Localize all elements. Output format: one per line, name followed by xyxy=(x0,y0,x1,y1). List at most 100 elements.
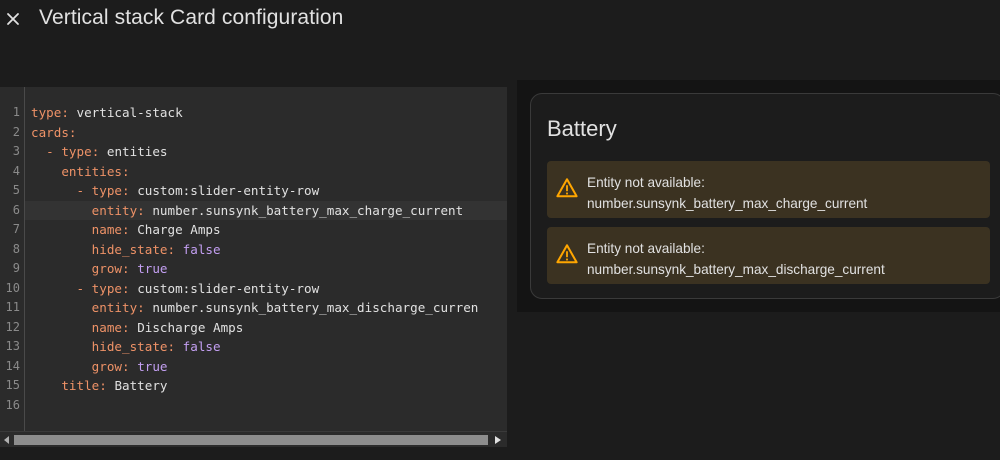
line-number: 15 xyxy=(5,378,20,392)
yaml-value: true xyxy=(137,261,168,276)
horizontal-scrollbar[interactable] xyxy=(0,431,507,447)
yaml-value: number.sunsynk_battery_max_charge_curren… xyxy=(152,202,464,218)
yaml-value: vertical-stack xyxy=(76,105,183,120)
yaml-key: name xyxy=(91,222,123,237)
yaml-key: cards xyxy=(31,124,69,140)
warning-icon xyxy=(556,178,578,198)
yaml-key: hide_state xyxy=(91,339,168,354)
code-line[interactable]: hide_state: false xyxy=(31,240,507,260)
yaml-value: false xyxy=(182,339,221,354)
yaml-key: name xyxy=(91,319,123,335)
yaml-key: entities xyxy=(61,163,123,179)
yaml-key: type xyxy=(91,280,123,296)
entities-card: Battery Entity not available: number.sun… xyxy=(530,93,1000,299)
yaml-key: entity xyxy=(91,300,138,315)
yaml-colon: : xyxy=(91,144,107,159)
list-dash: - xyxy=(46,144,62,159)
yaml-colon: : xyxy=(122,163,130,179)
code-line[interactable]: entity: number.sunsynk_battery_max_disch… xyxy=(31,298,507,318)
line-number: 10 xyxy=(5,280,20,295)
line-number: 16 xyxy=(5,397,20,412)
yaml-key: type xyxy=(91,183,123,198)
yaml-key: type xyxy=(61,144,92,159)
code-line[interactable]: grow: true xyxy=(31,259,507,279)
line-number: 12 xyxy=(5,319,20,334)
yaml-value: entities xyxy=(106,144,168,159)
code-line[interactable]: hide_state: false xyxy=(31,337,507,357)
line-number: 11 xyxy=(5,300,20,314)
code-line[interactable]: name: Discharge Amps xyxy=(31,318,507,338)
yaml-colon: : xyxy=(122,183,138,198)
yaml-colon: : xyxy=(137,202,153,218)
yaml-colon: : xyxy=(122,222,138,237)
entity-warning: Entity not available: number.sunsynk_bat… xyxy=(547,227,990,284)
code-line[interactable]: cards: xyxy=(31,123,507,143)
yaml-value: Discharge Amps xyxy=(137,319,244,335)
entity-warning: Entity not available: number.sunsynk_bat… xyxy=(547,161,990,218)
yaml-value: true xyxy=(137,358,168,374)
list-dash: - xyxy=(76,280,92,296)
code-line[interactable]: - type: custom:slider-entity-row xyxy=(31,181,507,201)
yaml-key: type xyxy=(31,105,62,120)
yaml-colon: : xyxy=(167,339,183,354)
yaml-colon: : xyxy=(122,280,138,296)
warning-text: Entity not available: number.sunsynk_bat… xyxy=(587,238,885,280)
yaml-value: false xyxy=(182,241,221,257)
yaml-value: Battery xyxy=(114,378,168,393)
yaml-colon: : xyxy=(167,241,183,257)
yaml-key: grow xyxy=(91,261,123,276)
yaml-colon: : xyxy=(122,319,138,335)
code-line[interactable]: - type: custom:slider-entity-row xyxy=(31,279,507,299)
line-number: 3 xyxy=(12,144,20,158)
code-line[interactable]: title: Battery xyxy=(31,376,507,396)
dialog-header: Vertical stack Card configuration xyxy=(0,0,1000,44)
code-line[interactable]: type: vertical-stack xyxy=(31,103,507,123)
line-number: 4 xyxy=(12,163,20,178)
yaml-value: number.sunsynk_battery_max_discharge_cur… xyxy=(152,300,479,315)
code-line[interactable]: name: Charge Amps xyxy=(31,220,507,240)
card-title: Battery xyxy=(547,116,617,141)
line-number: 14 xyxy=(5,358,20,373)
yaml-key: entity xyxy=(91,202,138,218)
line-number: 8 xyxy=(12,241,20,256)
warning-heading: Entity not available: xyxy=(587,241,705,256)
code-area[interactable]: type: vertical-stack cards: - type: entit… xyxy=(25,87,507,431)
yaml-colon: : xyxy=(68,124,77,140)
dialog-title: Vertical stack Card configuration xyxy=(39,6,344,29)
code-line[interactable]: grow: true xyxy=(31,357,507,377)
warning-text: Entity not available: number.sunsynk_bat… xyxy=(587,172,867,214)
code-line[interactable]: entities: xyxy=(31,162,507,182)
scroll-left-icon[interactable] xyxy=(0,432,14,447)
yaml-code-editor[interactable]: 1 2 3 4 5 6 7 8 9 10 11 12 13 14 15 16 type: vertical-s… xyxy=(0,87,507,447)
line-number: 2 xyxy=(12,124,20,139)
yaml-key: hide_state xyxy=(91,241,168,257)
code-line[interactable]: entity: number.sunsynk_battery_max_charg… xyxy=(25,200,507,220)
line-number: 6 xyxy=(12,202,20,217)
close-icon[interactable] xyxy=(2,8,24,30)
scrollbar-thumb[interactable] xyxy=(14,435,488,445)
code-line[interactable] xyxy=(31,396,507,416)
line-number: 9 xyxy=(12,261,20,275)
warning-entity: number.sunsynk_battery_max_discharge_cur… xyxy=(587,262,885,277)
yaml-key: grow xyxy=(91,358,123,374)
list-dash: - xyxy=(76,183,92,198)
code-line[interactable]: - type: entities xyxy=(31,142,507,162)
yaml-value: custom:slider-entity-row xyxy=(137,280,320,296)
yaml-key: title xyxy=(61,378,100,393)
warning-entity: number.sunsynk_battery_max_charge_curren… xyxy=(587,196,868,211)
yaml-colon: : xyxy=(99,378,115,393)
yaml-colon: : xyxy=(61,105,77,120)
scroll-right-icon[interactable] xyxy=(491,432,505,447)
yaml-colon: : xyxy=(122,261,138,276)
line-number-gutter: 1 2 3 4 5 6 7 8 9 10 11 12 13 14 15 16 xyxy=(0,87,25,431)
